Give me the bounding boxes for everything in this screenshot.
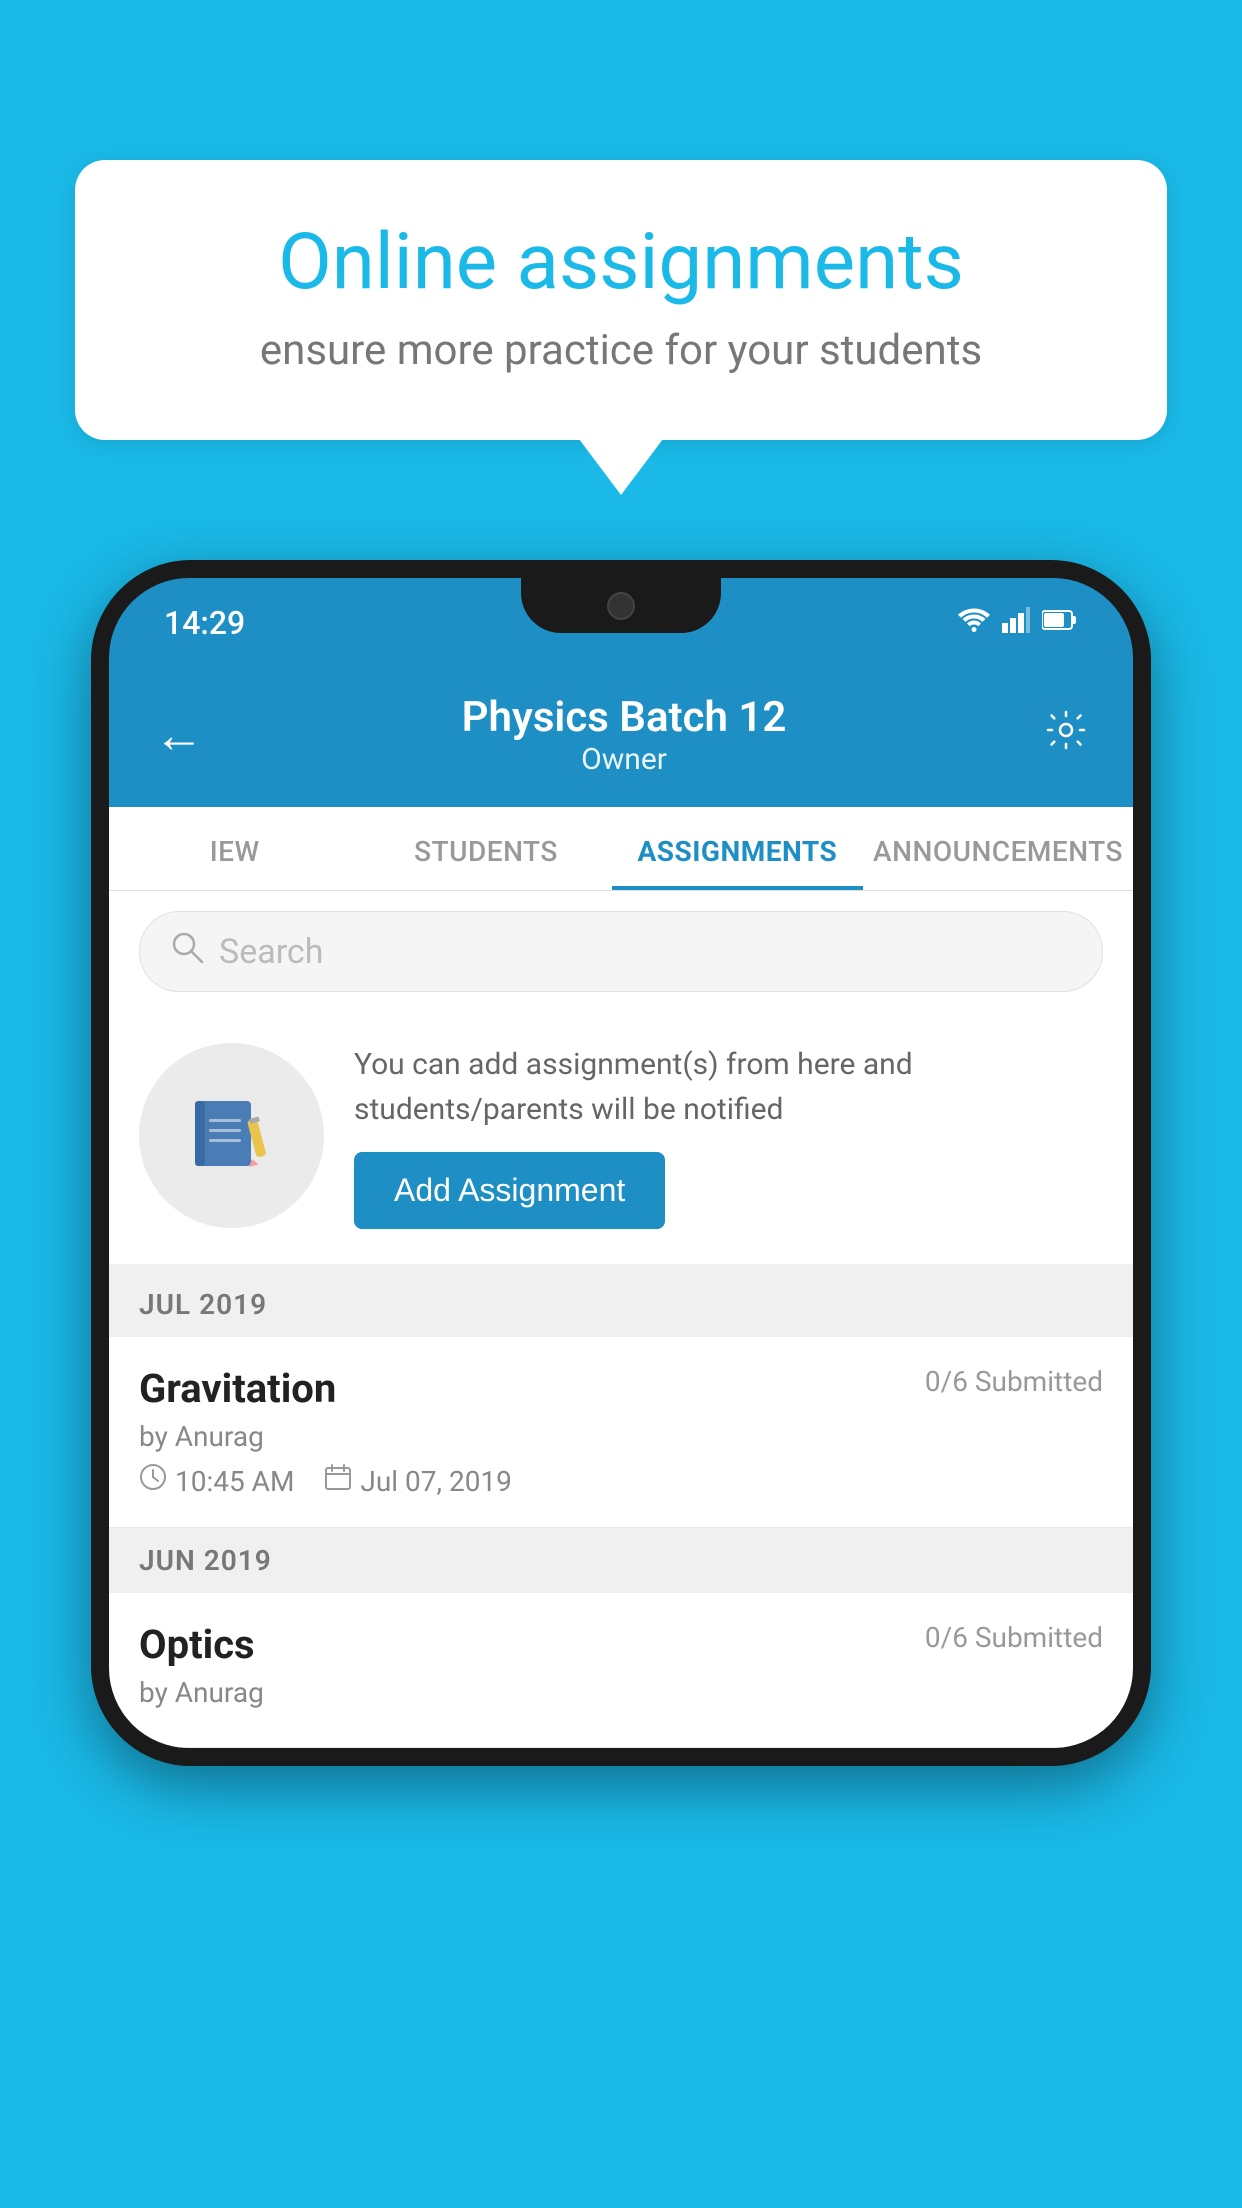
status-bar: 14:29 <box>109 578 1133 668</box>
notebook-icon <box>187 1091 277 1181</box>
assignment-header-row: Gravitation 0/6 Submitted <box>139 1365 1103 1412</box>
search-bar[interactable]: Search <box>139 911 1103 992</box>
phone-screen: 14:29 <box>109 578 1133 1748</box>
battery-icon <box>1042 608 1078 638</box>
promo-section: You can add assignment(s) from here and … <box>109 1012 1133 1272</box>
clock-icon <box>139 1463 167 1499</box>
assignment-meta: by Anurag <box>139 1420 1103 1453</box>
settings-button[interactable] <box>1044 708 1088 763</box>
assignment-status: 0/6 Submitted <box>925 1365 1103 1398</box>
promo-description: You can add assignment(s) from here and … <box>354 1042 1103 1132</box>
tab-announcements[interactable]: ANNOUNCEMENTS <box>863 807 1133 890</box>
signal-icon <box>1002 607 1030 640</box>
header-center: Physics Batch 12 Owner <box>462 693 787 777</box>
assignment-status-optics: 0/6 Submitted <box>925 1621 1103 1654</box>
tab-students[interactable]: STUDENTS <box>360 807 611 890</box>
add-assignment-button[interactable]: Add Assignment <box>354 1152 665 1229</box>
assignment-meta-optics: by Anurag <box>139 1676 1103 1709</box>
tabs-container: IEW STUDENTS ASSIGNMENTS ANNOUNCEMENTS <box>109 807 1133 891</box>
phone-container: 14:29 <box>91 560 1151 1766</box>
assignment-time: 10:45 AM <box>175 1465 294 1498</box>
camera-icon <box>607 592 635 620</box>
speech-bubble-subtitle: ensure more practice for your students <box>145 326 1097 375</box>
speech-bubble-title: Online assignments <box>145 220 1097 306</box>
status-icons <box>958 607 1078 640</box>
speech-bubble: Online assignments ensure more practice … <box>75 160 1167 440</box>
assignment-date: Jul 07, 2019 <box>360 1465 512 1498</box>
assignment-item-optics[interactable]: Optics 0/6 Submitted by Anurag <box>109 1593 1133 1748</box>
app-header: ← Physics Batch 12 Owner <box>109 668 1133 807</box>
search-placeholder: Search <box>219 932 323 972</box>
section-header-jun: JUN 2019 <box>109 1528 1133 1593</box>
promo-icon-circle <box>139 1043 324 1228</box>
wifi-icon <box>958 607 990 640</box>
phone-notch <box>521 578 721 633</box>
assignment-title: Gravitation <box>139 1365 336 1412</box>
time-detail: 10:45 AM <box>139 1463 294 1499</box>
search-container: Search <box>109 891 1133 1012</box>
speech-bubble-container: Online assignments ensure more practice … <box>75 160 1167 440</box>
batch-title: Physics Batch 12 <box>462 693 787 742</box>
batch-subtitle: Owner <box>462 742 787 777</box>
phone-frame: 14:29 <box>91 560 1151 1766</box>
search-icon <box>170 930 204 973</box>
assignment-header-row-optics: Optics 0/6 Submitted <box>139 1621 1103 1668</box>
status-time: 14:29 <box>164 604 245 642</box>
assignment-details-row: 10:45 AM Jul 07, 2019 <box>139 1463 1103 1499</box>
tab-assignments[interactable]: ASSIGNMENTS <box>612 807 863 890</box>
section-header-jul: JUL 2019 <box>109 1272 1133 1337</box>
calendar-icon <box>324 1463 352 1499</box>
back-button[interactable]: ← <box>154 706 204 765</box>
assignment-title-optics: Optics <box>139 1621 255 1668</box>
assignment-item-gravitation[interactable]: Gravitation 0/6 Submitted by Anurag <box>109 1337 1133 1528</box>
date-detail: Jul 07, 2019 <box>324 1463 512 1499</box>
tab-iew[interactable]: IEW <box>109 807 360 890</box>
promo-text-area: You can add assignment(s) from here and … <box>354 1042 1103 1229</box>
